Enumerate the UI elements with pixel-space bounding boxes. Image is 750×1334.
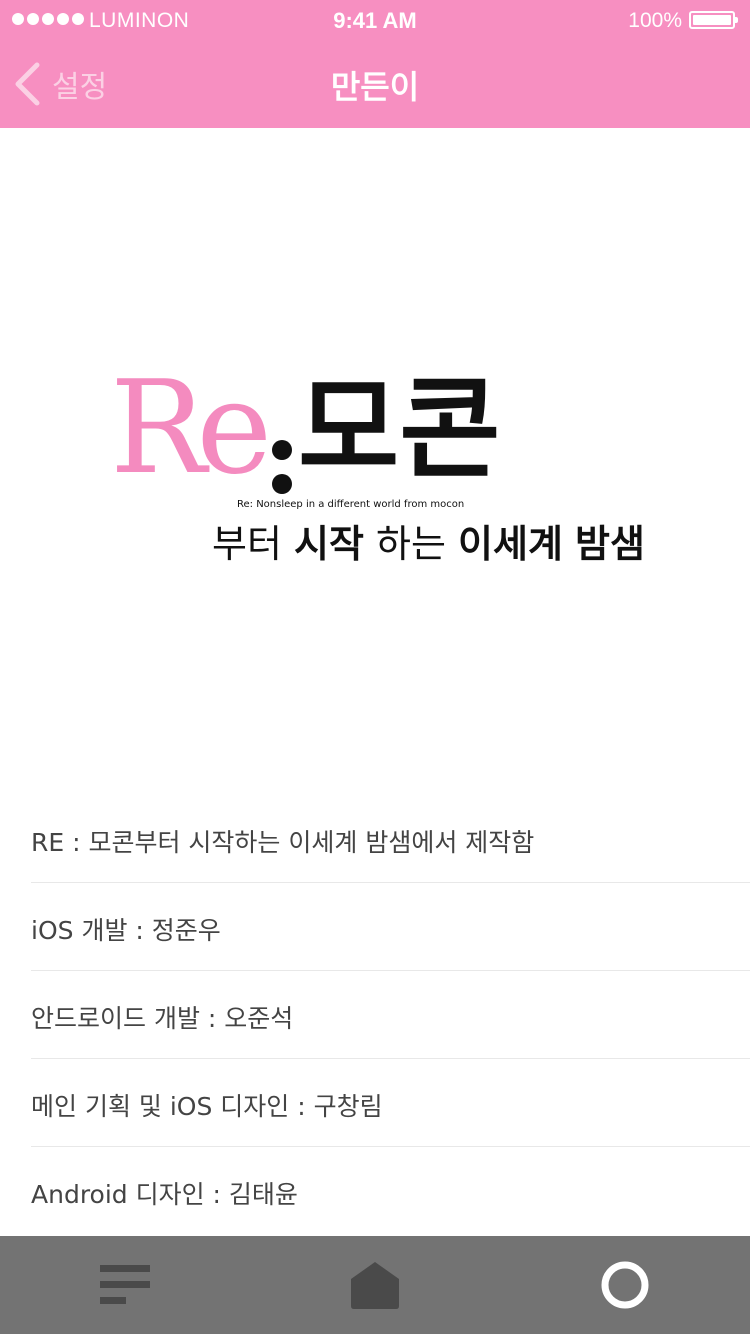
logo-tagline: Re: Nonsleep in a different world from m… <box>237 499 465 510</box>
app-logo: Re 모콘 Re: Nonsleep in a different world … <box>110 360 650 580</box>
logo-subtitle-part: 밤샘 <box>575 522 645 566</box>
logo-subtitle-part: 시작 <box>294 522 364 566</box>
battery-percentage: 100% <box>628 9 682 32</box>
list-item: iOS 개발 : 정준우 <box>31 883 750 971</box>
navigation-bar: 설정 만든이 <box>0 40 750 128</box>
status-bar: LUMINON 9:41 AM 100% <box>0 0 750 40</box>
logo-colon-icon <box>272 428 294 498</box>
page-title: 만든이 <box>330 68 420 106</box>
logo-subtitle-part: 이세계 <box>458 522 563 566</box>
list-item: 메인 기획 및 iOS 디자인 : 구창림 <box>31 1059 750 1147</box>
home-icon <box>351 1262 399 1309</box>
credits-list: RE : 모콘부터 시작하는 이세계 밤샘에서 제작함 iOS 개발 : 정준우… <box>0 795 750 1235</box>
logo-subtitle-part: 부터 <box>212 522 282 566</box>
credit-text: Android 디자인 : 김태윤 <box>31 1180 298 1209</box>
tab-bar <box>0 1236 750 1334</box>
list-item: RE : 모콘부터 시작하는 이세계 밤샘에서 제작함 <box>31 795 750 883</box>
battery-icon <box>689 11 738 29</box>
credit-text: iOS 개발 : 정준우 <box>31 916 221 945</box>
list-item: 안드로이드 개발 : 오준석 <box>31 971 750 1059</box>
logo-re-text: Re <box>110 354 272 503</box>
logo-main-text: 모콘 <box>298 365 501 493</box>
tab-menu[interactable] <box>0 1236 250 1334</box>
credit-text: RE : 모콘부터 시작하는 이세계 밤샘에서 제작함 <box>31 828 535 857</box>
credit-text: 메인 기획 및 iOS 디자인 : 구창림 <box>31 1092 383 1121</box>
list-item: Android 디자인 : 김태윤 <box>31 1147 750 1235</box>
tab-profile[interactable] <box>500 1236 750 1334</box>
circle-icon <box>601 1261 649 1309</box>
logo-subtitle: 부터 시작 하는 이세계 밤샘 <box>212 520 645 568</box>
menu-lines-icon <box>100 1265 150 1304</box>
logo-subtitle-part: 하는 <box>376 522 446 566</box>
tab-home[interactable] <box>250 1236 500 1334</box>
credit-text: 안드로이드 개발 : 오준석 <box>31 1004 294 1033</box>
